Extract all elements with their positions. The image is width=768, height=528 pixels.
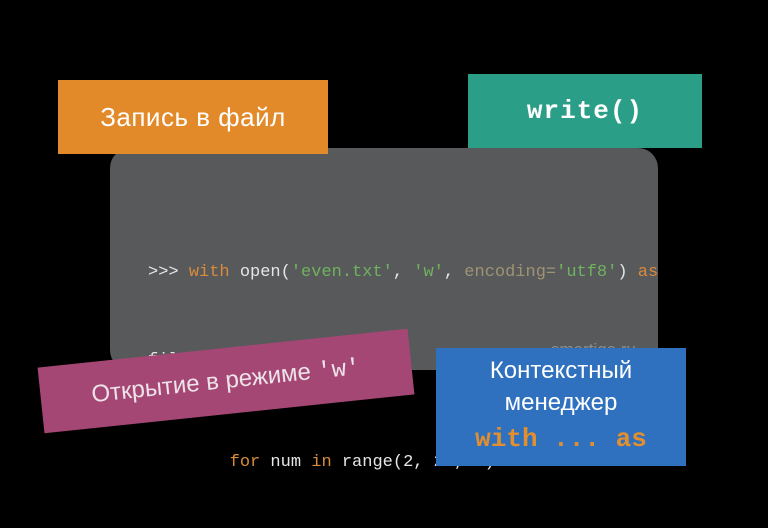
code-prompt: >>> xyxy=(148,263,189,282)
code-kw-in: in xyxy=(311,453,331,472)
label-write-to-file: Запись в файл xyxy=(58,80,328,154)
code-indent xyxy=(148,453,230,472)
label-write-function: write() xyxy=(468,74,702,148)
label-text: Запись в файл xyxy=(100,102,286,133)
label-prefix: Открытие в режиме xyxy=(90,357,319,408)
label-text: Открытие в режиме 'w' xyxy=(90,352,362,409)
code-str-mode: 'w' xyxy=(413,263,444,282)
code-kw-as: as xyxy=(638,263,658,282)
code-text: open( xyxy=(230,263,291,282)
code-str-encoding: 'utf8' xyxy=(556,263,617,282)
code-kw-for: for xyxy=(230,453,261,472)
code-text: num xyxy=(260,453,311,472)
label-text: write() xyxy=(527,96,643,126)
diagram-canvas: >>> with open('even.txt', 'w', encoding=… xyxy=(0,0,768,528)
label-mode-quote-close: ' xyxy=(345,354,362,382)
code-text: , xyxy=(444,263,464,282)
label-keyword: with ... as xyxy=(475,422,647,457)
label-line1: Контекстный xyxy=(490,355,632,387)
label-line2: менеджер xyxy=(505,387,618,419)
code-text: ) xyxy=(617,263,637,282)
code-text: , xyxy=(393,263,413,282)
code-str-filename: 'even.txt' xyxy=(291,263,393,282)
code-encoding-kw: encoding= xyxy=(464,263,556,282)
label-context-manager: Контекстный менеджер with ... as xyxy=(436,348,686,466)
code-line-1: >>> with open('even.txt', 'w', encoding=… xyxy=(148,256,630,290)
code-kw-with: with xyxy=(189,263,230,282)
